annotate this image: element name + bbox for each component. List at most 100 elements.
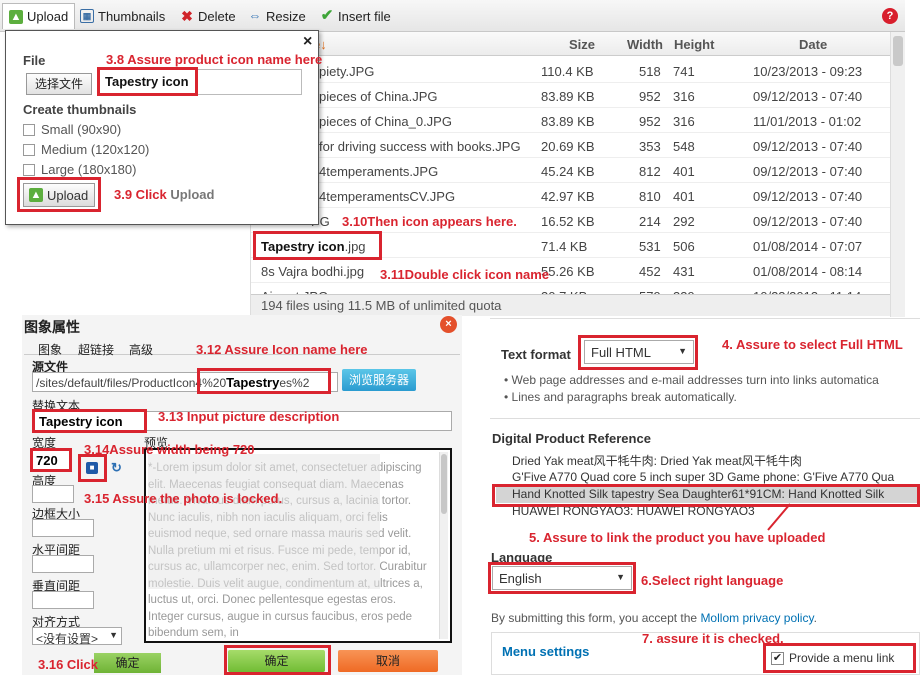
- ok-button-small[interactable]: 确定: [94, 653, 161, 673]
- annotation-3-10: 3.10Then icon appears here.: [342, 214, 517, 229]
- list-item[interactable]: G'Five A770 Quad core 5 inch super 3D Ga…: [512, 470, 894, 484]
- chevron-down-icon: ▼: [109, 630, 118, 640]
- file-date: 09/12/2013 - 07:40: [753, 214, 863, 229]
- align-select[interactable]: <没有设置> ▼: [32, 627, 122, 645]
- annotation-box: [32, 409, 147, 433]
- list-item[interactable]: Dried Yak meat风干牦牛肉: Dried Yak meat风干牦牛肉: [512, 452, 802, 469]
- upload-tab-button[interactable]: ▲ Upload: [2, 3, 76, 29]
- border-field[interactable]: [32, 519, 94, 537]
- checkbox-label: Medium (120x120): [41, 142, 150, 157]
- help-icon[interactable]: ?: [882, 8, 898, 24]
- annotation-box: [197, 368, 331, 394]
- file-name: for driving success with books.JPG: [319, 139, 521, 154]
- annotation-box: [17, 177, 101, 212]
- tip-item: • Lines and paragraphs break automatical…: [504, 390, 737, 404]
- table-row[interactable]: pieces of China.JPG 83.89 KB 952 316 09/…: [251, 83, 891, 108]
- delete-label: Delete: [198, 8, 236, 24]
- file-list-scrollbar[interactable]: [890, 32, 905, 317]
- delete-button[interactable]: ✖ Delete: [180, 7, 236, 25]
- file-size: 16.52 KB: [541, 214, 595, 229]
- thumbnails-label: Create thumbnails: [23, 102, 137, 117]
- annotation-box: [578, 335, 698, 370]
- hspace-field[interactable]: [32, 555, 94, 573]
- menu-settings-tab[interactable]: Menu settings: [502, 644, 589, 659]
- header-height[interactable]: Height: [674, 37, 714, 52]
- annotation-box: [763, 643, 916, 673]
- choose-file-button[interactable]: 选择文件: [26, 73, 92, 95]
- file-width: 452: [639, 264, 661, 279]
- thumbnails-button[interactable]: ▦ Thumbnails: [80, 7, 165, 25]
- text-format-label: Text format: [501, 347, 571, 362]
- reset-size-icon[interactable]: ↻: [111, 460, 122, 476]
- table-row[interactable]: 8s Vajra bodhi.jpg 55.26 KB 452 431 01/0…: [251, 258, 891, 283]
- file-size: 110.4 KB: [541, 64, 594, 79]
- upload-tab-label: Upload: [27, 9, 69, 24]
- digital-ref-listbox[interactable]: Dried Yak meat风干牦牛肉: Dried Yak meat风干牦牛肉…: [492, 448, 920, 518]
- file-list-panel: e↓ Size Width Height Date piety.JPG 110.…: [250, 32, 905, 317]
- checkbox[interactable]: [23, 163, 35, 176]
- preview-scrollbar[interactable]: [439, 452, 448, 639]
- file-name: 4temperaments.JPG: [319, 164, 439, 179]
- quota-status: 194 files using 11.5 MB of unlimited quo…: [251, 294, 891, 316]
- cancel-button[interactable]: 取消: [338, 650, 438, 672]
- annotation-5: 5. Assure to link the product you have u…: [529, 530, 826, 545]
- resize-label: Resize: [266, 8, 306, 24]
- file-width: 518: [639, 64, 661, 79]
- tab-link[interactable]: 超链接: [78, 341, 114, 358]
- header-size[interactable]: Size: [569, 37, 595, 52]
- table-row[interactable]: for driving success with books.JPG 20.69…: [251, 133, 891, 158]
- annotation-3-12: 3.12 Assure Icon name here: [196, 342, 368, 357]
- annotation-box: [253, 231, 382, 260]
- dialog-close-icon[interactable]: ×: [440, 316, 457, 333]
- file-width: 810: [639, 189, 661, 204]
- thumb-large-option[interactable]: Large (180x180): [23, 162, 136, 177]
- file-table-header: e↓ Size Width Height Date: [251, 32, 891, 56]
- source-url-prefix: /sites/default/files/ProductIcon: [36, 376, 196, 390]
- height-field[interactable]: [32, 485, 74, 503]
- file-height: 292: [673, 214, 695, 229]
- file-date: 09/12/2013 - 07:40: [753, 189, 863, 204]
- browse-server-button[interactable]: 浏览服务器: [342, 369, 416, 391]
- table-row[interactable]: 4temperaments.JPG 45.24 KB 812 401 09/12…: [251, 158, 891, 183]
- table-row[interactable]: 4temperamentsCV.JPG 42.97 KB 810 401 09/…: [251, 183, 891, 208]
- checkbox[interactable]: [23, 143, 35, 156]
- annotation-box: [488, 562, 636, 594]
- scrollbar-thumb[interactable]: [893, 36, 903, 66]
- header-date[interactable]: Date: [799, 37, 827, 52]
- file-height: 548: [673, 139, 695, 154]
- file-name: 4temperamentsCV.JPG: [319, 189, 456, 204]
- file-height: 431: [673, 264, 695, 279]
- annotation-3-9-text: 3.9 Click: [114, 187, 171, 202]
- table-row[interactable]: piety.JPG 110.4 KB 518 741 10/23/2013 - …: [251, 58, 891, 83]
- checkbox-label: Large (180x180): [41, 162, 137, 177]
- header-width[interactable]: Width: [627, 37, 663, 52]
- resize-button[interactable]: ⇔ Resize: [248, 7, 306, 25]
- annotation-3-16: 3.16 Click: [38, 657, 98, 672]
- align-value: <没有设置>: [36, 632, 99, 645]
- annotation-box: [97, 67, 198, 96]
- annotation-3-11: 3.11Double click icon name: [380, 267, 550, 282]
- vspace-field[interactable]: [32, 591, 94, 609]
- digital-ref-label: Digital Product Reference: [492, 431, 651, 446]
- insert-file-button[interactable]: ✔ Insert file: [320, 7, 391, 25]
- file-date: 01/08/2014 - 07:07: [753, 239, 863, 254]
- tab-image[interactable]: 图象: [38, 341, 62, 358]
- annotation-box: [224, 645, 331, 675]
- table-row[interactable]: pieces of China_0.JPG 83.89 KB 952 316 1…: [251, 108, 891, 133]
- close-icon[interactable]: ×: [303, 33, 312, 51]
- file-size: 71.4 KB: [541, 239, 588, 254]
- checkbox[interactable]: [23, 123, 35, 136]
- annotation-box: [492, 484, 920, 507]
- tab-advanced[interactable]: 高级: [129, 341, 153, 358]
- file-width: 531: [639, 239, 661, 254]
- tip-text: Lines and paragraphs break automatically…: [511, 390, 737, 404]
- thumb-small-option[interactable]: Small (90x90): [23, 122, 121, 137]
- thumb-medium-option[interactable]: Medium (120x120): [23, 142, 149, 157]
- scrollbar-thumb[interactable]: [441, 454, 447, 514]
- annotation-box: [30, 448, 72, 472]
- mollom-privacy-link[interactable]: Mollom privacy policy: [700, 611, 813, 625]
- annotation-6: 6.Select right language: [641, 573, 784, 588]
- file-width: 952: [639, 89, 661, 104]
- annotation-3-14: 3.14Assure width being 720: [84, 442, 255, 457]
- preview-box: *-Lorem ipsum dolor sit amet, consectetu…: [144, 448, 452, 643]
